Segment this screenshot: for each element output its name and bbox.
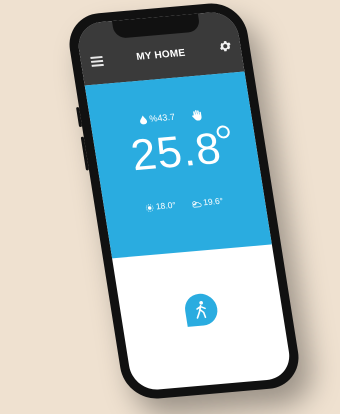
gear-icon[interactable]	[217, 39, 233, 54]
set-point: 18.0°	[145, 199, 177, 212]
outdoor-temperature: 19.6°	[189, 195, 224, 209]
water-drop-icon	[140, 115, 148, 125]
outdoor-value: 19.6	[202, 195, 221, 208]
secondary-readings: 18.0° 19.6°	[104, 192, 265, 216]
side-button	[76, 107, 83, 128]
thermostat-panel: %43.7 25.8 18.0° 19.6°	[84, 71, 272, 259]
set-point-value: 18.0	[155, 200, 174, 212]
humidity-value: %43.7	[148, 111, 176, 124]
hand-icon[interactable]	[191, 110, 203, 122]
set-point-degree: °	[171, 199, 177, 210]
phone-notch	[111, 13, 201, 39]
phone-frame: MY HOME %43.7 25.8 18.0° 19.6°	[64, 0, 304, 402]
walking-person-icon	[196, 301, 207, 319]
stage: MY HOME %43.7 25.8 18.0° 19.6°	[0, 0, 340, 414]
presence-mode-button[interactable]	[182, 292, 220, 327]
cloud-sun-icon	[191, 201, 202, 208]
app-screen: MY HOME %43.7 25.8 18.0° 19.6°	[75, 10, 293, 392]
volume-button	[80, 136, 90, 171]
sun-icon	[146, 204, 154, 212]
outdoor-degree: °	[218, 195, 224, 206]
current-temperature: 25.8	[127, 123, 225, 181]
